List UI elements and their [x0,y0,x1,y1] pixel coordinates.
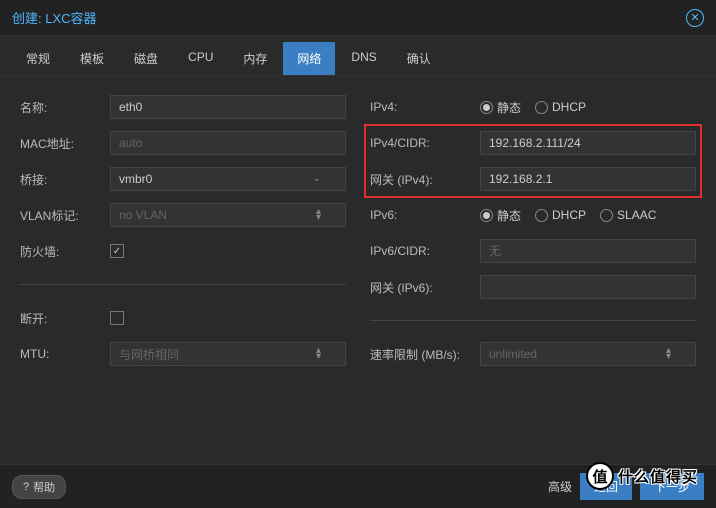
rate-label: 速率限制 (MB/s): [370,346,480,363]
firewall-label: 防火墙: [20,243,110,260]
tab-3[interactable]: CPU [174,42,227,75]
tab-4[interactable]: 内存 [229,42,281,75]
watermark: 值 什么值得买 [586,462,698,490]
ipv6-slaac-radio[interactable]: SLAAC [600,208,656,222]
mac-label: MAC地址: [20,135,110,152]
mtu-label: MTU: [20,347,110,361]
watermark-text: 什么值得买 [618,466,698,487]
close-icon[interactable]: ✕ [686,9,704,27]
tab-1[interactable]: 模板 [66,42,118,75]
chevron-down-icon: ⌄ [313,176,321,182]
gw6-input[interactable] [480,275,696,299]
chevron-updown-icon: ▴▾ [316,209,321,221]
bridge-label: 桥接: [20,171,110,188]
ipv4-dhcp-radio[interactable]: DHCP [535,100,586,114]
disconnect-checkbox[interactable] [110,311,124,325]
ipv4-static-label: 静态 [497,99,521,116]
bridge-value: vmbr0 [119,172,152,186]
help-icon: ? [23,481,29,493]
gw4-input[interactable] [480,167,696,191]
chevron-updown-icon: ▴▾ [666,348,671,360]
rate-select[interactable]: unlimited ▴▾ [480,342,696,366]
name-label: 名称: [20,99,110,116]
mtu-value: 与网桥相同 [119,346,179,363]
name-input[interactable] [110,95,346,119]
watermark-icon: 值 [586,462,614,490]
ipv4cidr-input[interactable] [480,131,696,155]
ipv4-static-radio[interactable]: 静态 [480,99,521,116]
ipv6-slaac-label: SLAAC [617,208,656,222]
dialog-title: 创建: LXC容器 [12,8,97,27]
tabs: 常规模板磁盘CPU内存网络DNS确认 [0,36,716,76]
ipv4-label: IPv4: [370,100,480,114]
tab-7[interactable]: 确认 [393,42,445,75]
ipv6-static-label: 静态 [497,207,521,224]
ipv6cidr-input[interactable] [480,239,696,263]
gw4-label: 网关 (IPv4): [370,171,480,188]
mac-input[interactable] [110,131,346,155]
vlan-select[interactable]: no VLAN ▴▾ [110,203,346,227]
firewall-checkbox[interactable]: ✓ [110,244,124,258]
rate-value: unlimited [489,347,537,361]
tab-0[interactable]: 常规 [12,42,64,75]
vlan-value: no VLAN [119,208,167,222]
ipv6-label: IPv6: [370,208,480,222]
bridge-select[interactable]: vmbr0 ⌄ [110,167,346,191]
ipv6-dhcp-radio[interactable]: DHCP [535,208,586,222]
mtu-select[interactable]: 与网桥相同 ▴▾ [110,342,346,366]
gw6-label: 网关 (IPv6): [370,279,480,296]
advanced-toggle[interactable]: 高级 [548,478,572,495]
help-button[interactable]: ? 帮助 [12,475,66,499]
tab-2[interactable]: 磁盘 [120,42,172,75]
tab-6[interactable]: DNS [337,42,390,75]
ipv4cidr-label: IPv4/CIDR: [370,136,480,150]
vlan-label: VLAN标记: [20,207,110,224]
disconnect-label: 断开: [20,310,110,327]
ipv6-static-radio[interactable]: 静态 [480,207,521,224]
help-label: 帮助 [33,479,55,495]
ipv4-dhcp-label: DHCP [552,100,586,114]
ipv6cidr-label: IPv6/CIDR: [370,244,480,258]
ipv6-dhcp-label: DHCP [552,208,586,222]
chevron-updown-icon: ▴▾ [316,348,321,360]
tab-5[interactable]: 网络 [283,42,335,75]
